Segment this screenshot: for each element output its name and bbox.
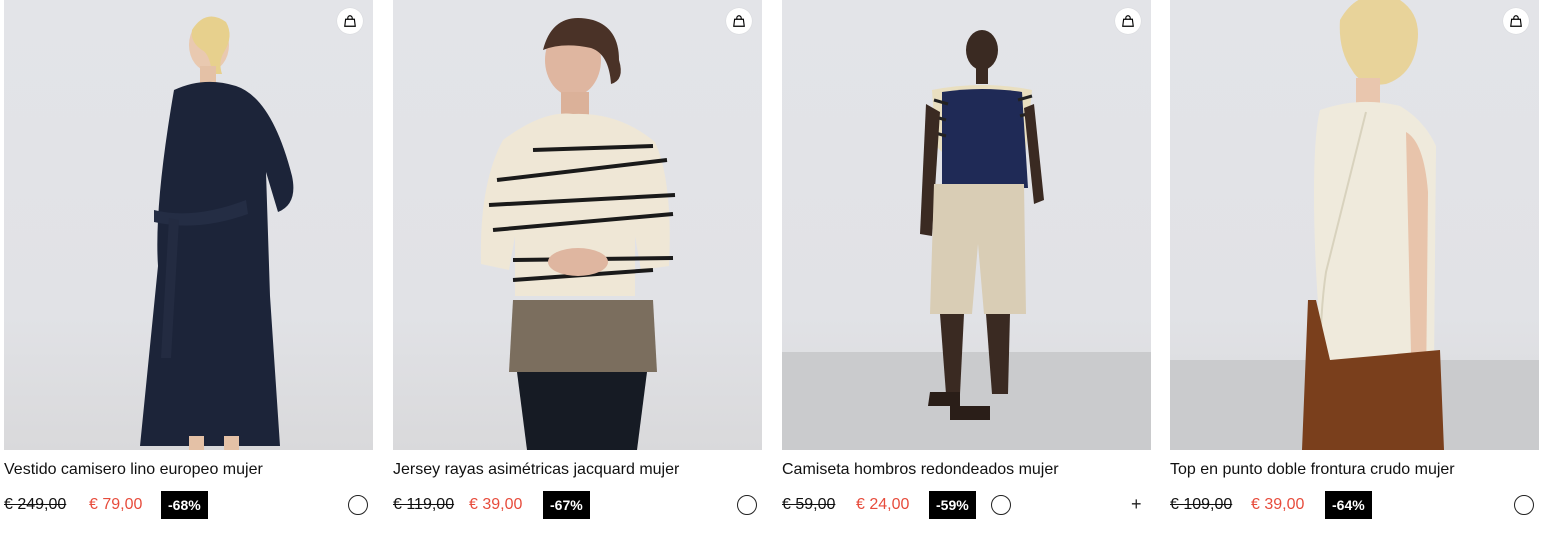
add-to-bag-button[interactable]	[337, 8, 363, 34]
product-card[interactable]: Vestido camisero lino europeo mujer € 24…	[4, 0, 373, 551]
product-title[interactable]: Jersey rayas asimétricas jacquard mujer	[393, 460, 762, 480]
price-row: € 119,00 € 39,00 -67%	[393, 491, 762, 520]
color-swatch-stripe[interactable]	[737, 495, 757, 515]
color-swatch-navy[interactable]	[991, 495, 1011, 515]
original-price: € 59,00	[782, 496, 836, 513]
product-image[interactable]	[4, 0, 373, 450]
original-price: € 119,00	[393, 496, 455, 513]
discount-badge: -59%	[929, 491, 976, 519]
sale-price: € 24,00	[856, 496, 910, 513]
price-row: € 109,00 € 39,00 -64%	[1170, 491, 1539, 520]
color-swatch-black[interactable]	[1086, 495, 1106, 515]
product-image[interactable]	[393, 0, 762, 450]
shopping-bag-icon	[344, 15, 356, 27]
color-swatch-ecru[interactable]	[1514, 495, 1534, 515]
price-row: € 59,00 € 24,00 -59% +	[782, 491, 1151, 520]
product-image[interactable]	[782, 0, 1151, 450]
product-grid: Vestido camisero lino europeo mujer € 24…	[0, 0, 1543, 551]
product-title[interactable]: Top en punto doble frontura crudo mujer	[1170, 460, 1539, 480]
model-in-cream-knit-top	[1302, 0, 1444, 450]
product-title[interactable]: Camiseta hombros redondeados mujer	[782, 460, 1151, 480]
model-in-navy-shirt-dress	[140, 16, 294, 450]
sale-price: € 79,00	[89, 496, 143, 513]
price-row: € 249,00 € 79,00 -68%	[4, 491, 373, 520]
shopping-bag-icon	[1510, 15, 1522, 27]
shopping-bag-icon	[733, 15, 745, 27]
product-image[interactable]	[1170, 0, 1539, 450]
product-title[interactable]: Vestido camisero lino europeo mujer	[4, 460, 373, 480]
model-in-navy-tee-and-shorts	[920, 30, 1044, 420]
model-in-striped-sweater	[480, 18, 676, 450]
original-price: € 109,00	[1170, 496, 1233, 513]
sale-price: € 39,00	[469, 496, 523, 513]
color-swatch-ochre[interactable]	[1038, 495, 1058, 515]
original-price: € 249,00	[4, 496, 67, 513]
more-colors-button[interactable]: +	[1131, 493, 1142, 515]
add-to-bag-button[interactable]	[1115, 8, 1141, 34]
sale-price: € 39,00	[1251, 496, 1305, 513]
product-card[interactable]: Jersey rayas asimétricas jacquard mujer …	[393, 0, 762, 551]
add-to-bag-button[interactable]	[1503, 8, 1529, 34]
product-card[interactable]: Top en punto doble frontura crudo mujer …	[1170, 0, 1539, 551]
discount-badge: -64%	[1325, 491, 1372, 519]
product-card[interactable]: Camiseta hombros redondeados mujer € 59,…	[782, 0, 1151, 551]
shopping-bag-icon	[1122, 15, 1134, 27]
add-to-bag-button[interactable]	[726, 8, 752, 34]
discount-badge: -68%	[161, 491, 208, 519]
discount-badge: -67%	[543, 491, 590, 519]
color-swatch-navy[interactable]	[348, 495, 368, 515]
